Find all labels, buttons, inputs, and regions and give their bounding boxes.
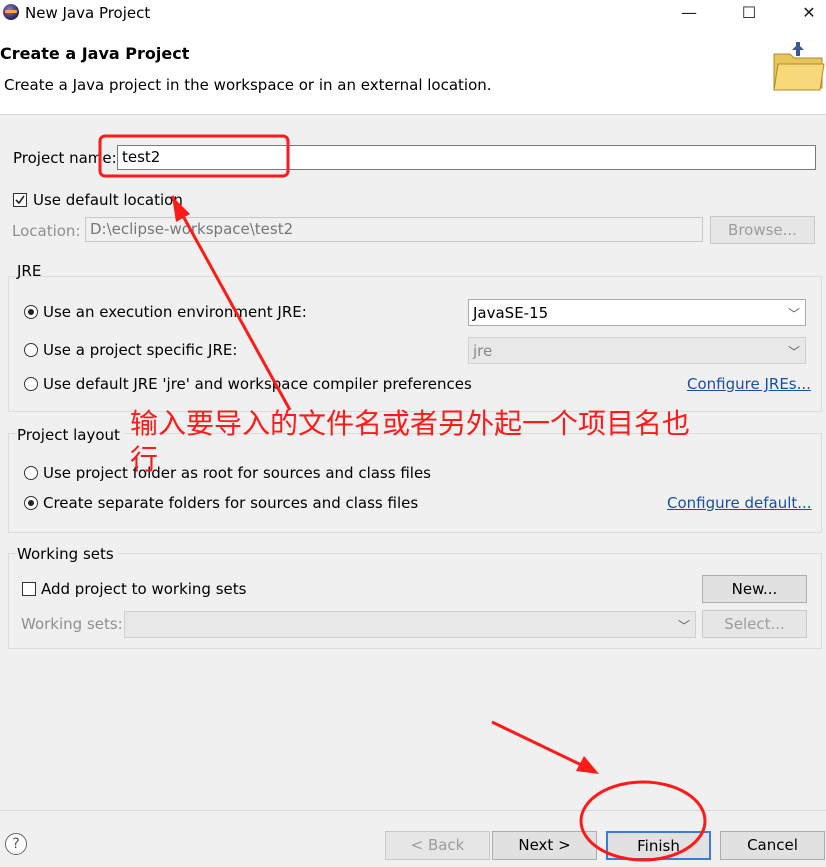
arrow-line-1 <box>170 195 292 411</box>
annotation-line-2: 行 <box>130 443 159 476</box>
arrow-head-2 <box>576 756 599 774</box>
annotation-text: 输入要导入的文件名或者另外起一个项目名也 行 <box>130 406 820 478</box>
arrow-head-1 <box>172 196 190 222</box>
highlight-box <box>98 134 290 178</box>
annotation-line-1: 输入要导入的文件名或者另外起一个项目名也 <box>130 407 691 440</box>
highlight-circle <box>579 780 707 862</box>
